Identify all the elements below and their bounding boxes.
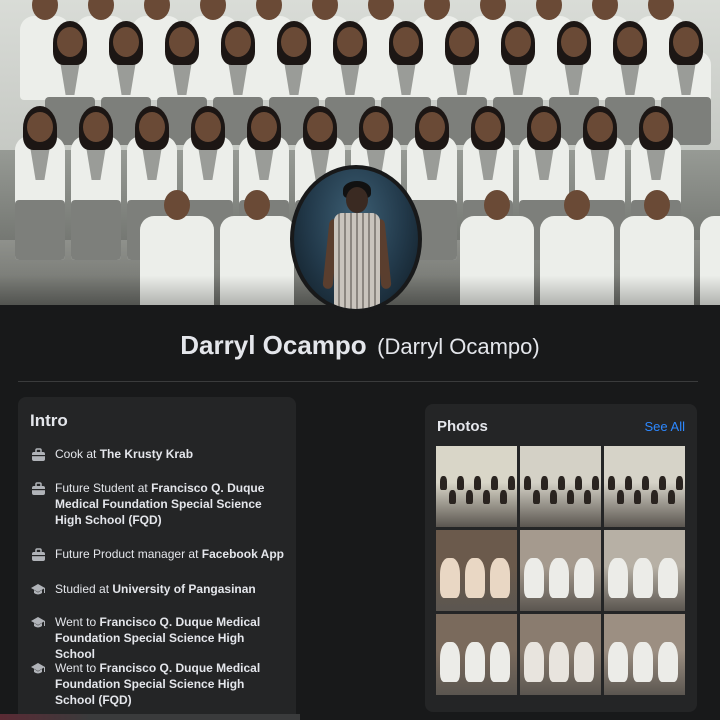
photo-thumbnail[interactable]	[604, 614, 685, 695]
photo-figure	[549, 490, 557, 504]
photo-thumbnail[interactable]	[436, 530, 517, 611]
photo-figure	[608, 642, 628, 682]
photo-thumbnail[interactable]	[520, 530, 601, 611]
photo-figure	[659, 476, 666, 490]
photo-figure	[532, 490, 540, 504]
photo-figure	[490, 642, 510, 682]
photo-thumbnail[interactable]	[520, 446, 601, 527]
profile-name: Darryl Ocampo	[180, 330, 367, 360]
photo-figure	[583, 490, 591, 504]
cover-person	[15, 106, 65, 260]
intro-item-link[interactable]: Facebook App	[202, 547, 284, 561]
photo-figure	[566, 490, 574, 504]
photo-figure	[676, 476, 683, 490]
intro-item-text: Studied at University of Pangasinan	[55, 581, 256, 597]
photo-figure	[633, 642, 653, 682]
photo-figure	[574, 558, 594, 598]
graduation-cap-icon	[30, 661, 46, 677]
photo-figure	[465, 642, 485, 682]
photo-figure	[608, 476, 615, 490]
header-divider	[18, 381, 698, 382]
photo-figure	[616, 490, 624, 504]
photo-figure	[658, 642, 678, 682]
photo-figure	[574, 642, 594, 682]
photo-figure	[524, 476, 531, 490]
photo-figure	[508, 476, 515, 490]
photo-figure	[524, 558, 544, 598]
photo-figure	[575, 476, 582, 490]
intro-item-link[interactable]: University of Pangasinan	[112, 582, 255, 596]
photo-figure	[633, 490, 641, 504]
profile-picture[interactable]	[290, 165, 422, 313]
photo-figure	[440, 476, 447, 490]
see-all-photos-link[interactable]: See All	[645, 419, 685, 434]
photo-figure	[549, 642, 569, 682]
profile-name-row: Darryl Ocampo (Darryl Ocampo)	[0, 330, 720, 361]
intro-item: Studied at University of Pangasinan	[30, 581, 286, 598]
intro-title: Intro	[30, 411, 68, 430]
photo-figure	[440, 558, 460, 598]
photo-figure	[474, 476, 481, 490]
cover-person	[71, 106, 121, 260]
photo-figure	[650, 490, 658, 504]
photo-figure	[625, 476, 632, 490]
bottom-edge	[0, 714, 300, 720]
photos-title: Photos	[437, 418, 488, 435]
intro-item: Went to Francisco Q. Duque Medical Found…	[30, 660, 286, 708]
photo-figure	[499, 490, 507, 504]
photo-figure	[658, 558, 678, 598]
photo-figure	[642, 476, 649, 490]
photo-figure	[592, 476, 599, 490]
photo-figure	[633, 558, 653, 598]
photo-thumbnail[interactable]	[436, 614, 517, 695]
graduation-cap-icon	[30, 582, 46, 598]
intro-item-text: Went to Francisco Q. Duque Medical Found…	[55, 614, 286, 662]
briefcase-icon	[30, 447, 46, 463]
intro-item-text: Went to Francisco Q. Duque Medical Found…	[55, 660, 286, 708]
intro-item-prefix: Future Student at	[55, 481, 152, 495]
profile-head	[346, 187, 368, 213]
photo-figure	[541, 476, 548, 490]
intro-item: Future Student at Francisco Q. Duque Med…	[30, 480, 286, 528]
photo-figure	[482, 490, 490, 504]
intro-item-text: Future Product manager at Facebook App	[55, 546, 284, 562]
intro-item-link[interactable]: The Krusty Krab	[100, 447, 193, 461]
photo-figure	[549, 558, 569, 598]
intro-item-prefix: Cook at	[55, 447, 100, 461]
photo-figure	[457, 476, 464, 490]
photo-thumbnail[interactable]	[604, 446, 685, 527]
intro-item: Future Product manager at Facebook App	[30, 546, 286, 563]
photo-figure	[491, 476, 498, 490]
briefcase-icon	[30, 547, 46, 563]
intro-item-prefix: Future Product manager at	[55, 547, 202, 561]
photo-thumbnail[interactable]	[520, 614, 601, 695]
intro-item-prefix: Went to	[55, 661, 100, 675]
photo-figure	[608, 558, 628, 598]
profile-alternate-name: (Darryl Ocampo)	[377, 334, 540, 359]
photo-figure	[465, 490, 473, 504]
photo-figure	[490, 558, 510, 598]
briefcase-icon	[30, 481, 46, 497]
intro-item-prefix: Went to	[55, 615, 100, 629]
photo-figure	[440, 642, 460, 682]
intro-item: Went to Francisco Q. Duque Medical Found…	[30, 614, 286, 662]
photo-figure	[667, 490, 675, 504]
photo-figure	[448, 490, 456, 504]
photo-thumbnail[interactable]	[436, 446, 517, 527]
photo-figure	[465, 558, 485, 598]
photos-card: Photos See All	[425, 404, 697, 712]
intro-item-text: Future Student at Francisco Q. Duque Med…	[55, 480, 286, 528]
intro-item: Cook at The Krusty Krab	[30, 446, 286, 463]
graduation-cap-icon	[30, 615, 46, 631]
intro-item-text: Cook at The Krusty Krab	[55, 446, 193, 462]
photo-figure	[524, 642, 544, 682]
profile-body	[334, 213, 380, 309]
photo-thumbnail[interactable]	[604, 530, 685, 611]
photo-figure	[558, 476, 565, 490]
intro-item-prefix: Studied at	[55, 582, 113, 596]
